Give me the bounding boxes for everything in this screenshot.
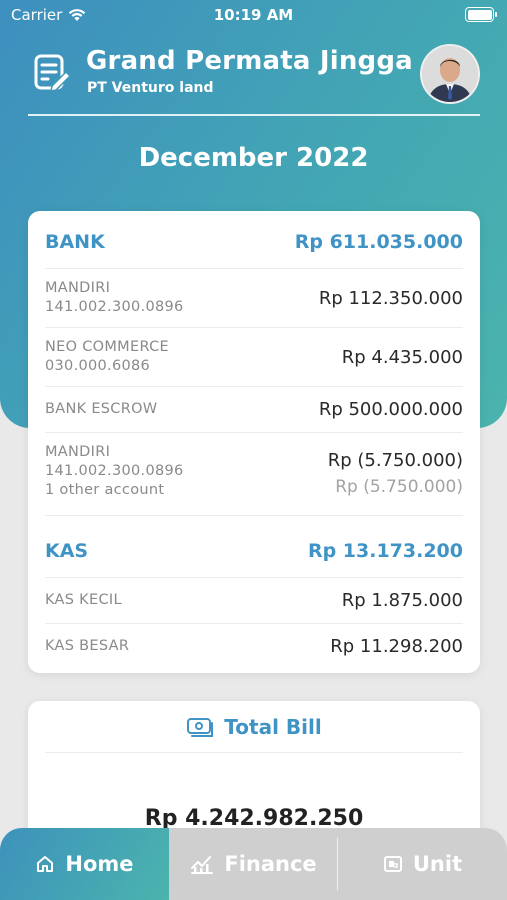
unit-icon xyxy=(383,856,402,872)
account-amount: Rp 1.875.000 xyxy=(341,590,463,611)
tab-unit-label: Unit xyxy=(412,852,463,876)
kas-total: Rp 13.173.200 xyxy=(307,540,463,562)
account-name: BANK ESCROW xyxy=(45,401,158,417)
account-name: KAS KECIL xyxy=(45,592,122,608)
account-amount-secondary: Rp (5.750.000) xyxy=(335,477,463,497)
bank-section-header[interactable]: BANK Rp 611.035.000 xyxy=(45,211,463,269)
account-number: 141.002.300.0896 xyxy=(45,463,184,479)
account-amount: Rp 11.298.200 xyxy=(330,636,463,657)
battery-icon xyxy=(465,7,497,22)
tab-finance[interactable]: Finance xyxy=(169,828,338,900)
money-bill-icon xyxy=(187,717,214,737)
list-item[interactable]: NEO COMMERCE 030.000.6086 Rp 4.435.000 xyxy=(45,328,463,387)
finance-chart-icon xyxy=(191,856,214,874)
project-title: Grand Permata Jingga xyxy=(86,46,413,76)
tab-unit[interactable]: Unit xyxy=(338,828,507,900)
tab-home-label: Home xyxy=(65,852,134,876)
balance-card: BANK Rp 611.035.000 MANDIRI 141.002.300.… xyxy=(28,211,480,673)
list-item[interactable]: MANDIRI 141.002.300.0896 Rp 112.350.000 xyxy=(45,269,463,328)
account-name: KAS BESAR xyxy=(45,638,130,654)
account-name: NEO COMMERCE xyxy=(45,339,169,355)
total-bill-header: Total Bill xyxy=(45,701,463,753)
list-item[interactable]: KAS KECIL Rp 1.875.000 xyxy=(45,578,463,624)
avatar[interactable] xyxy=(420,44,480,104)
tab-finance-label: Finance xyxy=(224,852,317,876)
account-number: 030.000.6086 xyxy=(45,358,151,374)
clock: 10:19 AM xyxy=(213,6,294,24)
bottom-tab-bar: Home Finance Unit xyxy=(0,828,507,900)
period-title: December 2022 xyxy=(138,143,369,173)
user-photo-icon xyxy=(422,46,478,102)
account-number: 141.002.300.0896 xyxy=(45,299,184,315)
status-bar: Carrier 10:19 AM xyxy=(0,0,507,32)
account-amount: Rp (5.750.000) xyxy=(327,450,463,471)
list-item[interactable]: KAS BESAR Rp 11.298.200 xyxy=(45,624,463,670)
header-divider xyxy=(28,114,480,116)
other-accounts-note: 1 other account xyxy=(45,482,165,498)
kas-label: KAS xyxy=(45,540,89,562)
bank-label: BANK xyxy=(45,231,105,253)
account-amount: Rp 112.350.000 xyxy=(318,288,463,309)
list-item[interactable]: MANDIRI 141.002.300.0896 1 other account… xyxy=(45,433,463,516)
account-name: MANDIRI xyxy=(45,444,111,460)
project-header: Grand Permata Jingga PT Venturo land xyxy=(28,44,480,104)
tab-home[interactable]: Home xyxy=(0,828,169,900)
account-amount: Rp 4.435.000 xyxy=(341,347,463,368)
kas-section-header[interactable]: KAS Rp 13.173.200 xyxy=(45,516,463,578)
account-amount: Rp 500.000.000 xyxy=(318,399,463,420)
company-subtitle: PT Venturo land xyxy=(87,80,214,96)
document-edit-icon[interactable] xyxy=(32,53,72,93)
account-name: MANDIRI xyxy=(45,280,111,296)
home-icon xyxy=(37,856,54,872)
bank-total: Rp 611.035.000 xyxy=(294,231,463,253)
total-bill-label: Total Bill xyxy=(224,714,322,739)
list-item[interactable]: BANK ESCROW Rp 500.000.000 xyxy=(45,387,463,433)
